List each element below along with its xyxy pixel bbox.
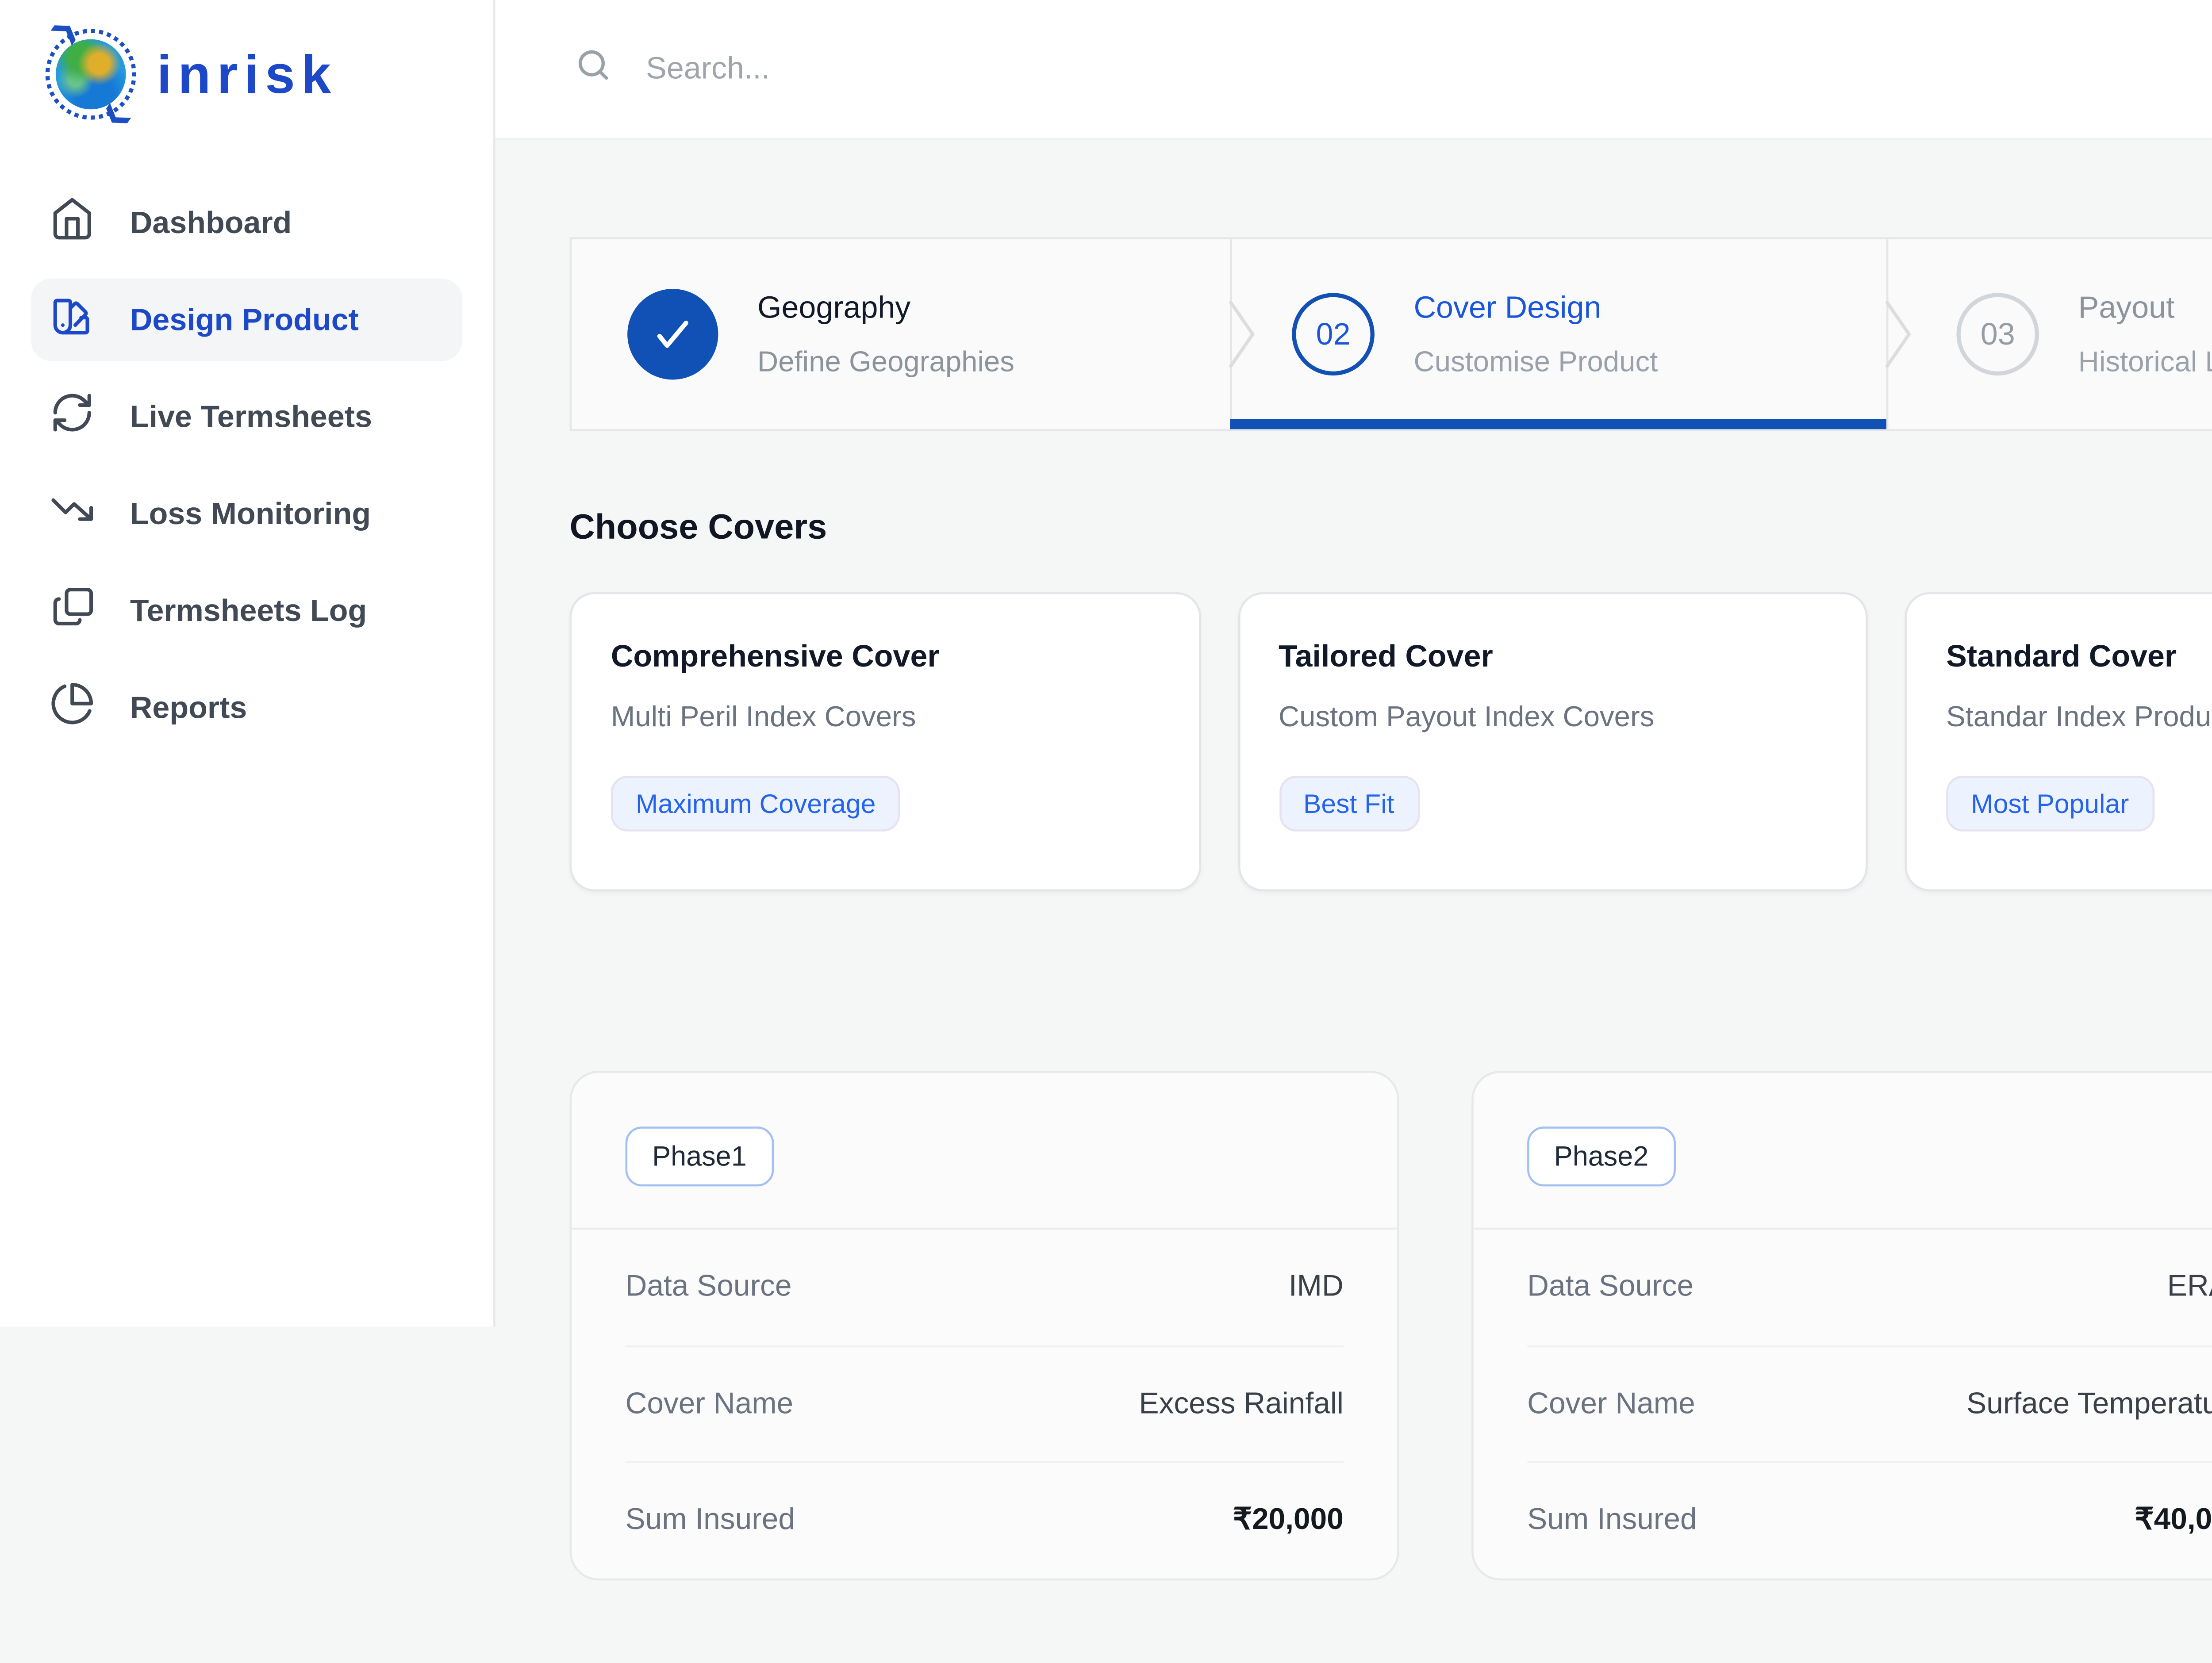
swatch-book-icon <box>50 293 95 346</box>
phase-card-2[interactable]: Phase2 Data Source ERA5 Cover Name Surfa… <box>1471 1071 2212 1580</box>
step-title: Geography <box>757 291 1014 326</box>
sidebar-item-label: Live Termsheets <box>130 399 372 434</box>
check-icon <box>650 311 695 357</box>
search-input[interactable] <box>642 50 1517 89</box>
search-icon <box>574 44 613 94</box>
row-value: ₹40,000 <box>2135 1505 2212 1538</box>
main-content: Geography Define Geographies 02 Cover De… <box>495 140 2212 1663</box>
sum-insured-row: Sum Insured ₹20,000 <box>625 1464 1343 1579</box>
step-subtitle: Historical Losses <box>2078 345 2212 378</box>
wizard-stepper: Geography Define Geographies 02 Cover De… <box>570 237 2212 431</box>
sidebar-item-label: Dashboard <box>130 205 292 240</box>
cover-description: Custom Payout Index Covers <box>1279 699 1827 732</box>
copy-icon <box>50 584 95 637</box>
step-completed-circle <box>627 289 718 379</box>
row-label: Cover Name <box>1527 1387 1695 1421</box>
cover-badge: Best Fit <box>1279 776 1419 832</box>
step-title: Cover Design <box>1414 291 1658 326</box>
cover-title: Comprehensive Cover <box>611 640 1159 674</box>
row-label: Sum Insured <box>1527 1505 1697 1538</box>
sidebar-item-label: Design Product <box>130 302 359 337</box>
brand-name: inrisk <box>157 42 338 107</box>
step-geography[interactable]: Geography Define Geographies <box>572 239 1207 429</box>
cover-cards: Comprehensive Cover Multi Peril Index Co… <box>570 592 2212 891</box>
cover-badge: Most Popular <box>1946 776 2154 832</box>
step-payout[interactable]: 03 Payout Historical Losses <box>1872 239 2212 429</box>
phase-cards: Phase1 Data Source IMD Cover Name Excess… <box>570 1071 2212 1580</box>
phase-rows: Data Source IMD Cover Name Excess Rainfa… <box>572 1230 1397 1578</box>
phase-card-header: Phase1 <box>572 1073 1397 1228</box>
row-value: IMD <box>1289 1271 1344 1304</box>
step-separator <box>1229 239 1231 429</box>
row-value: Surface Temperature <box>1966 1387 2212 1421</box>
phase-badge: Phase2 <box>1527 1127 1675 1186</box>
phase-rows: Data Source ERA5 Cover Name Surface Temp… <box>1474 1230 2212 1578</box>
row-label: Sum Insured <box>625 1505 795 1538</box>
phase-card-1[interactable]: Phase1 Data Source IMD Cover Name Excess… <box>570 1071 1399 1580</box>
step-subtitle: Customise Product <box>1414 345 1658 378</box>
sidebar-item-reports[interactable]: Reports <box>31 667 462 749</box>
phase-badge: Phase1 <box>625 1127 773 1186</box>
cover-card-standard[interactable]: Standard Cover Standar Index Products Mo… <box>1905 592 2212 891</box>
refresh-icon <box>50 390 95 444</box>
step-separator <box>1886 239 1889 429</box>
row-value: Excess Rainfall <box>1139 1387 1343 1421</box>
globe-icon: ❯ ❯ <box>41 25 140 124</box>
app-window: ❯ ❯ inrisk Dashboard Design Product Live… <box>0 0 2212 1663</box>
step-number-circle: 03 <box>1956 293 2039 376</box>
top-bar: InRisk Labs <box>495 0 2212 140</box>
data-source-row: Data Source ERA5 <box>1527 1230 2212 1346</box>
cover-title: Tailored Cover <box>1279 640 1827 674</box>
sidebar-item-termsheets-log[interactable]: Termsheets Log <box>31 570 462 652</box>
search-box <box>574 44 2212 94</box>
pie-chart-icon <box>50 681 95 734</box>
choose-covers-heading: Choose Covers <box>570 508 827 549</box>
sidebar-item-label: Reports <box>130 690 247 725</box>
row-label: Cover Name <box>625 1387 793 1421</box>
cover-title: Standard Cover <box>1946 640 2212 674</box>
row-value: ERA5 <box>2167 1271 2212 1304</box>
cover-description: Multi Peril Index Covers <box>611 699 1159 732</box>
step-number-circle: 02 <box>1292 293 1375 376</box>
sidebar-item-design-product[interactable]: Design Product <box>31 279 462 361</box>
sidebar-item-label: Loss Monitoring <box>130 496 371 531</box>
sidebar-item-loss-monitoring[interactable]: Loss Monitoring <box>31 472 462 555</box>
step-title: Payout <box>2078 291 2212 326</box>
sidebar: ❯ ❯ inrisk Dashboard Design Product Live… <box>0 0 495 1327</box>
data-source-row: Data Source IMD <box>625 1230 1343 1346</box>
sum-insured-row: Sum Insured ₹40,000 <box>1527 1464 2212 1579</box>
trending-down-icon <box>50 487 95 540</box>
sidebar-nav: Dashboard Design Product Live Termsheets… <box>0 182 493 749</box>
step-cover-design[interactable]: 02 Cover Design Customise Product <box>1207 239 1872 429</box>
cover-name-row: Cover Name Surface Temperature <box>1527 1347 2212 1464</box>
row-label: Data Source <box>1527 1271 1694 1304</box>
active-step-indicator <box>1229 419 1886 429</box>
cover-badge: Maximum Coverage <box>611 776 901 832</box>
phase-card-header: Phase2 <box>1474 1073 2212 1228</box>
row-label: Data Source <box>625 1271 791 1304</box>
step-subtitle: Define Geographies <box>757 345 1014 378</box>
row-value: ₹20,000 <box>1233 1505 1344 1538</box>
cover-description: Standar Index Products <box>1946 699 2212 732</box>
sidebar-item-live-termsheets[interactable]: Live Termsheets <box>31 376 462 458</box>
cover-card-tailored[interactable]: Tailored Cover Custom Payout Index Cover… <box>1237 592 1868 891</box>
cover-name-row: Cover Name Excess Rainfall <box>625 1347 1343 1464</box>
home-icon <box>50 196 95 249</box>
sidebar-item-label: Termsheets Log <box>130 593 367 628</box>
cover-card-comprehensive[interactable]: Comprehensive Cover Multi Peril Index Co… <box>570 592 1200 891</box>
brand-logo[interactable]: ❯ ❯ inrisk <box>0 0 493 124</box>
sidebar-item-dashboard[interactable]: Dashboard <box>31 182 462 264</box>
